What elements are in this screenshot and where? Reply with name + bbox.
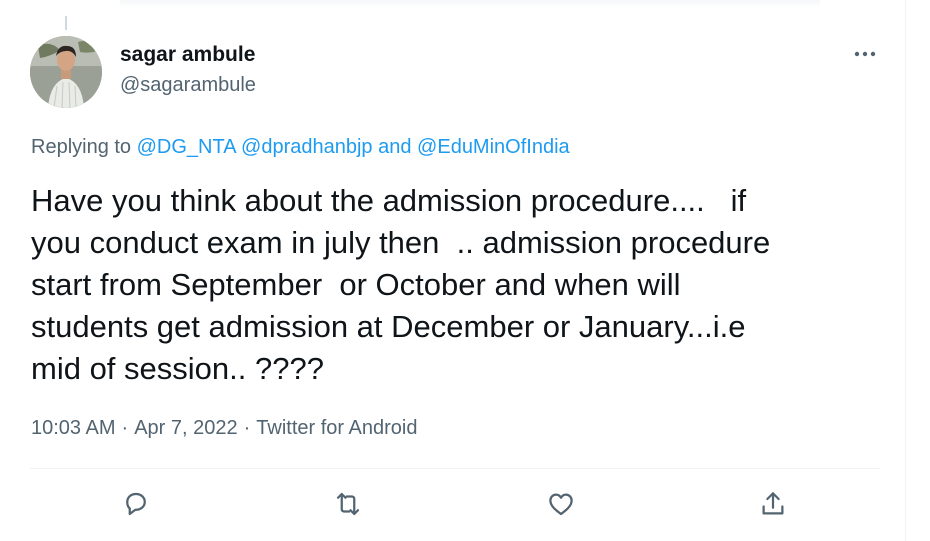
- tweet-time[interactable]: 10:03 AM: [31, 417, 116, 439]
- meta-separator: ·: [243, 417, 251, 439]
- more-options-button[interactable]: [850, 42, 880, 66]
- mention-link[interactable]: @dpradhanbjp: [241, 136, 373, 158]
- avatar[interactable]: [30, 36, 102, 108]
- like-button[interactable]: [541, 484, 581, 524]
- replying-to-prefix: Replying to: [31, 136, 132, 158]
- reply-button[interactable]: [116, 484, 156, 524]
- tweet-text: Have you think about the admission proce…: [31, 183, 771, 386]
- actions-divider: [30, 468, 880, 469]
- timeline-border: [905, 0, 906, 541]
- replying-to-connector: and: [378, 136, 412, 158]
- retweet-icon: [336, 492, 360, 516]
- replying-to-line: Replying to @DG_NTA @dpradhanbjp and @Ed…: [31, 136, 570, 159]
- author-display-name[interactable]: sagar ambule: [120, 43, 255, 67]
- heart-icon: [549, 493, 573, 516]
- mention-link[interactable]: @EduMinOfIndia: [417, 136, 570, 158]
- reply-icon: [126, 492, 146, 516]
- tweet-actions-bar: [0, 484, 905, 524]
- meta-separator: ·: [121, 417, 129, 439]
- more-icon: [854, 51, 876, 57]
- tweet-date[interactable]: Apr 7, 2022: [134, 417, 237, 439]
- share-button[interactable]: [753, 484, 793, 524]
- tweet-source[interactable]: Twitter for Android: [256, 417, 417, 439]
- previous-tweet-edge: [120, 0, 820, 8]
- share-icon: [762, 492, 784, 515]
- retweet-button[interactable]: [328, 484, 368, 524]
- author-handle[interactable]: @sagarambule: [120, 74, 256, 97]
- mention-link[interactable]: @DG_NTA: [137, 136, 236, 158]
- tweet-metadata: 10:03 AM · Apr 7, 2022 · Twitter for Android: [31, 417, 417, 440]
- thread-connector-line: [65, 16, 67, 30]
